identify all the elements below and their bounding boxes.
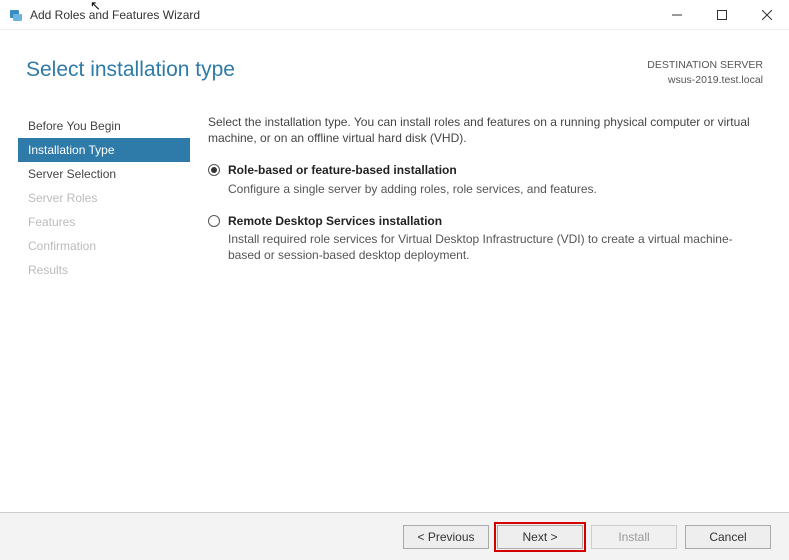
install-type-option[interactable]: Remote Desktop Services installation Inst…: [208, 213, 765, 264]
cancel-button[interactable]: Cancel: [685, 525, 771, 549]
previous-button[interactable]: < Previous: [403, 525, 489, 549]
destination-label: DESTINATION SERVER: [647, 58, 763, 73]
app-icon: [8, 7, 24, 23]
option-description: Configure a single server by adding role…: [228, 181, 765, 197]
nav-item-server-selection[interactable]: Server Selection: [18, 162, 190, 186]
install-button: Install: [591, 525, 677, 549]
nav-item-installation-type[interactable]: Installation Type: [18, 138, 190, 162]
radio-button[interactable]: [208, 215, 220, 227]
nav-item-before-you-begin[interactable]: Before You Begin: [18, 114, 190, 138]
option-title: Remote Desktop Services installation: [228, 213, 765, 229]
maximize-button[interactable]: [699, 0, 744, 29]
option-title: Role-based or feature-based installation: [228, 162, 765, 178]
intro-text: Select the installation type. You can in…: [208, 114, 765, 146]
wizard-main: Select the installation type. You can in…: [190, 112, 771, 496]
nav-item-features: Features: [18, 210, 190, 234]
wizard-nav: Before You BeginInstallation TypeServer …: [18, 112, 190, 496]
titlebar: Add Roles and Features Wizard: [0, 0, 789, 30]
destination-server: DESTINATION SERVER wsus-2019.test.local: [647, 58, 763, 87]
wizard-footer: < Previous Next > Install Cancel: [0, 512, 789, 560]
destination-value: wsus-2019.test.local: [647, 73, 763, 88]
wizard-header: Select installation type DESTINATION SER…: [0, 30, 789, 108]
nav-item-confirmation: Confirmation: [18, 234, 190, 258]
option-description: Install required role services for Virtu…: [228, 231, 765, 263]
close-button[interactable]: [744, 0, 789, 29]
page-title: Select installation type: [26, 58, 647, 82]
radio-button[interactable]: [208, 164, 220, 176]
minimize-button[interactable]: [654, 0, 699, 29]
next-button[interactable]: Next >: [497, 525, 583, 549]
nav-item-results: Results: [18, 258, 190, 282]
nav-item-server-roles: Server Roles: [18, 186, 190, 210]
install-type-option[interactable]: Role-based or feature-based installation…: [208, 162, 765, 196]
window-title: Add Roles and Features Wizard: [30, 8, 654, 22]
